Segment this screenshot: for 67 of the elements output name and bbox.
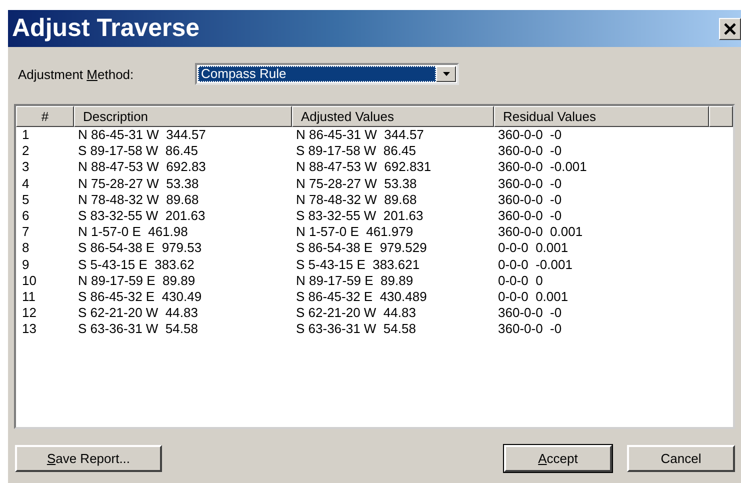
table-cell-text: 3 <box>21 159 30 176</box>
caret-icon <box>442 72 450 76</box>
table-cell-text: S 5-43-15 E 383.621 <box>295 256 421 273</box>
column-header[interactable]: Adjusted Values <box>292 106 494 127</box>
table-cell-text: N 78-48-32 W 89.68 <box>77 192 200 208</box>
table-cell-text: N 86-45-31 W 344.57 <box>295 127 425 144</box>
table-cell-text: 360-0-0 -0 <box>497 176 563 192</box>
table-cell-text: S 86-54-38 E 979.529 <box>295 240 428 257</box>
table-cell-text: 360-0-0 -0 <box>497 127 563 144</box>
table-cell-text: 10 <box>21 272 38 290</box>
field-label: Adjustment Method: <box>18 66 135 82</box>
table-cell-text: 11 <box>21 289 36 306</box>
method-dropdown[interactable]: Compass Rule <box>195 63 459 85</box>
table-cell-text: 360-0-0 0.001 <box>497 224 584 240</box>
table-cell-text: S 83-32-55 W 201.63 <box>295 208 424 224</box>
table-cell-text: 0-0-0 0.001 <box>497 289 570 306</box>
table-cell-text: 0-0-0 0.001 <box>497 240 570 257</box>
dropdown-value: Compass Rule <box>198 66 436 82</box>
table-cell-text: N 75-28-27 W 53.38 <box>77 176 200 192</box>
table-cell-text: 12 <box>21 305 38 322</box>
table-cell-text: N 89-17-59 E 89.89 <box>295 272 414 290</box>
table-cell-text: S 86-45-32 E 430.49 <box>77 289 203 306</box>
table-cell-text: S 63-36-31 W 54.58 <box>295 321 417 338</box>
table-cell-text: S 89-17-58 W 86.45 <box>295 143 417 160</box>
table-cell-text: N 88-47-53 W 692.831 <box>295 159 432 176</box>
table-cell-text: N 75-28-27 W 53.38 <box>295 176 418 192</box>
table-cell-text: N 1-57-0 E 461.98 <box>77 224 189 240</box>
table-cell-text: 9 <box>21 256 30 273</box>
table-cell-text: 5 <box>21 192 30 208</box>
dialog-button[interactable]: Accept <box>504 445 612 472</box>
table-cell-text: S 5-43-15 E 383.62 <box>77 256 196 273</box>
dialog-button[interactable]: Cancel <box>627 445 735 472</box>
table-cell-text: 7 <box>21 224 30 240</box>
close-button[interactable] <box>719 18 741 40</box>
table-cell-text: N 88-47-53 W 692.83 <box>77 159 207 176</box>
table-cell-text: 13 <box>21 321 38 338</box>
table-cell-text: S 83-32-55 W 201.63 <box>77 208 206 224</box>
table-cell-text: 4 <box>21 176 30 192</box>
column-header[interactable]: # <box>16 106 74 127</box>
table-cell-text: 360-0-0 -0 <box>497 143 563 160</box>
column-header[interactable]: Description <box>74 106 292 127</box>
table-cell-text: 360-0-0 -0 <box>497 305 563 322</box>
table-cell-text: 2 <box>21 143 30 160</box>
table-cell-text: 8 <box>21 240 30 257</box>
table-cell-text: 360-0-0 -0 <box>497 208 563 224</box>
table-cell-text: N 89-17-59 E 89.89 <box>77 272 196 290</box>
table-cell-text: N 86-45-31 W 344.57 <box>77 127 207 144</box>
dropdown-arrow-button[interactable] <box>436 66 456 82</box>
table-cell-text: 0-0-0 -0.001 <box>497 256 574 273</box>
table-cell-text: S 86-45-32 E 430.489 <box>295 289 428 306</box>
table-cell-text: S 63-36-31 W 54.58 <box>77 321 199 338</box>
table-cell-text: N 78-48-32 W 89.68 <box>295 192 418 208</box>
window-title: Adjust Traverse <box>11 14 200 43</box>
close-icon <box>724 22 736 34</box>
table-cell-text: 360-0-0 -0 <box>497 192 563 208</box>
table-cell-text: 360-0-0 -0 <box>497 321 563 338</box>
dialog-button[interactable]: Save Report... <box>15 445 162 472</box>
column-header[interactable]: Residual Values <box>494 106 709 127</box>
table-cell-text: 360-0-0 -0.001 <box>497 159 588 176</box>
table-cell-text: 6 <box>21 208 30 224</box>
table-cell-text: 1 <box>21 127 30 144</box>
table-cell-text: S 86-54-38 E 979.53 <box>77 240 203 257</box>
table-cell-text: S 62-21-20 W 44.83 <box>295 305 417 322</box>
table-cell-text: S 62-21-20 W 44.83 <box>77 305 199 322</box>
table-cell-text: 0-0-0 0 <box>497 272 544 290</box>
table-cell-text: N 1-57-0 E 461.979 <box>295 224 414 240</box>
table-cell-text: S 89-17-58 W 86.45 <box>77 143 199 160</box>
